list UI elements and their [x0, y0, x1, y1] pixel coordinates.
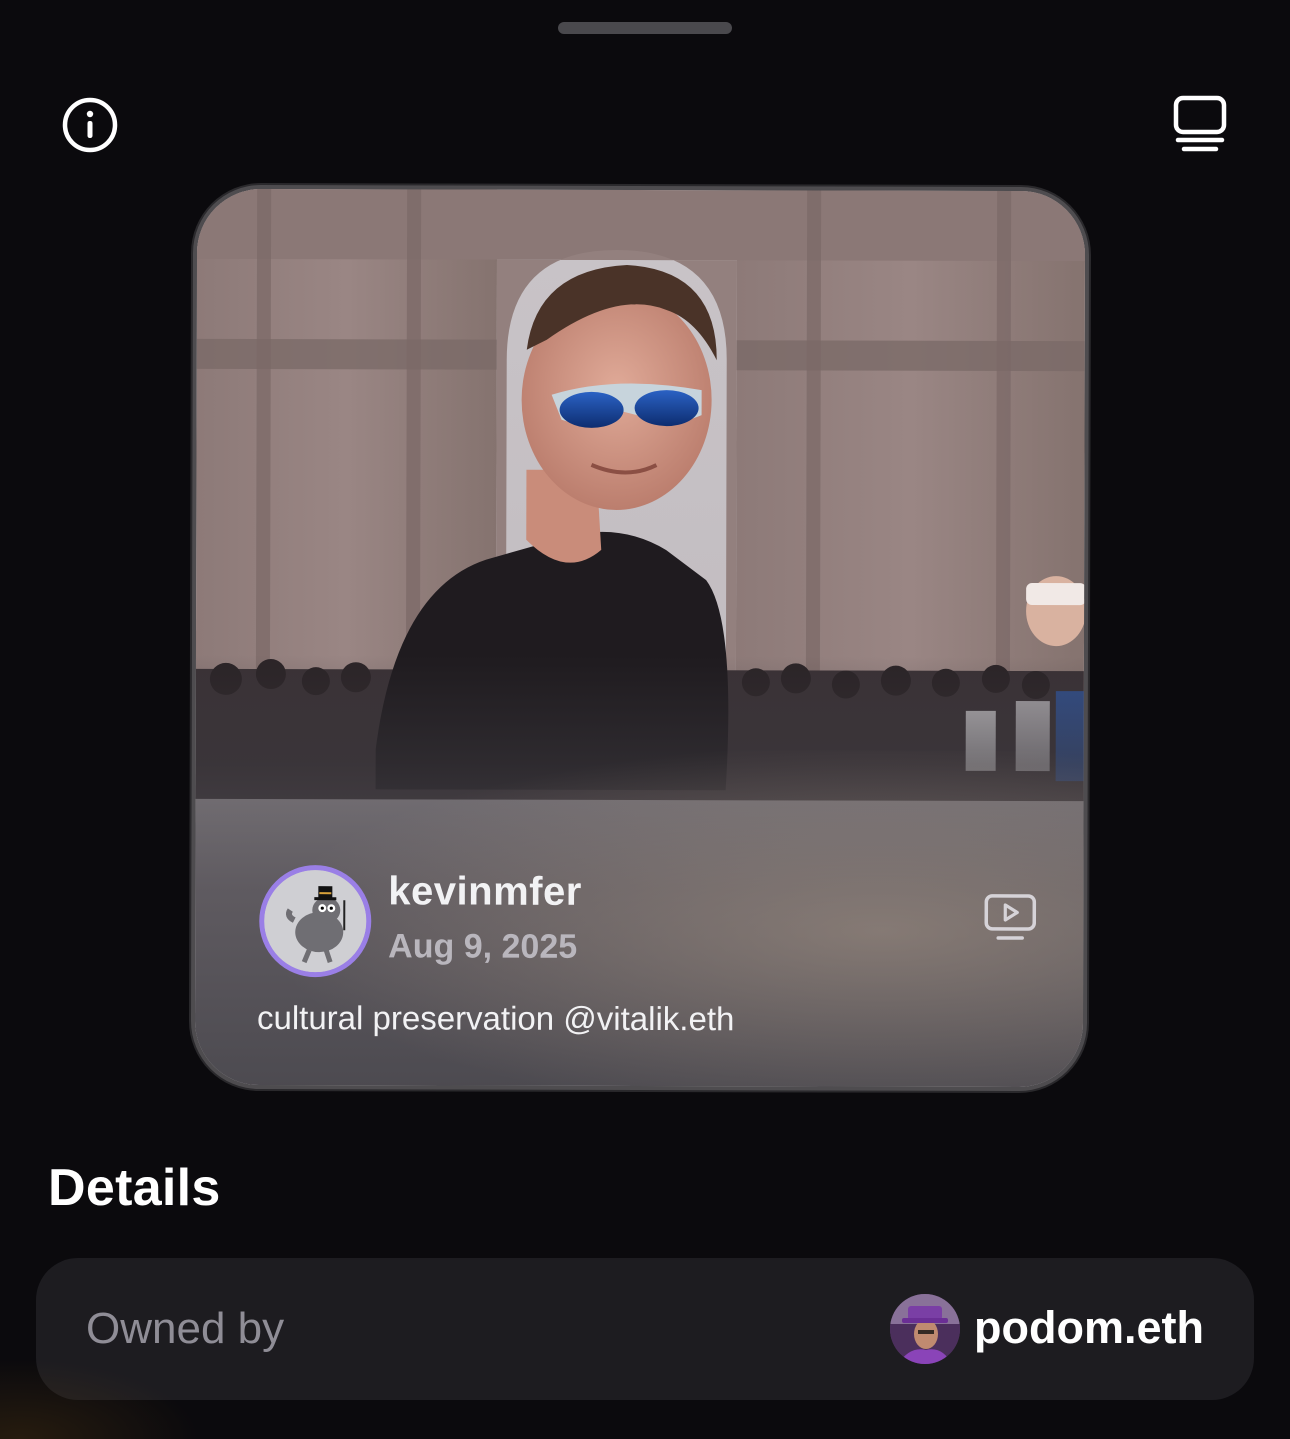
- post-card[interactable]: kevinmfer Aug 9, 2025 cultural preservat…: [194, 188, 1086, 1088]
- video-play-icon[interactable]: [983, 893, 1037, 943]
- display-mode-icon[interactable]: [1168, 92, 1232, 156]
- owner-name[interactable]: podom.eth: [974, 1302, 1204, 1354]
- sheet-grabber[interactable]: [558, 22, 732, 34]
- owned-by-row[interactable]: Owned by podom.eth: [36, 1258, 1254, 1400]
- post-caption: cultural preservation @vitalik.eth: [256, 998, 735, 1038]
- author-name[interactable]: kevinmfer: [388, 869, 582, 915]
- author-avatar[interactable]: [259, 865, 372, 978]
- owned-by-label: Owned by: [86, 1304, 285, 1353]
- post-date: Aug 9, 2025: [388, 927, 578, 966]
- owner-avatar[interactable]: [890, 1294, 960, 1364]
- info-icon[interactable]: [60, 95, 120, 155]
- details-heading: Details: [48, 1159, 221, 1217]
- bottom-glow: [0, 1359, 200, 1439]
